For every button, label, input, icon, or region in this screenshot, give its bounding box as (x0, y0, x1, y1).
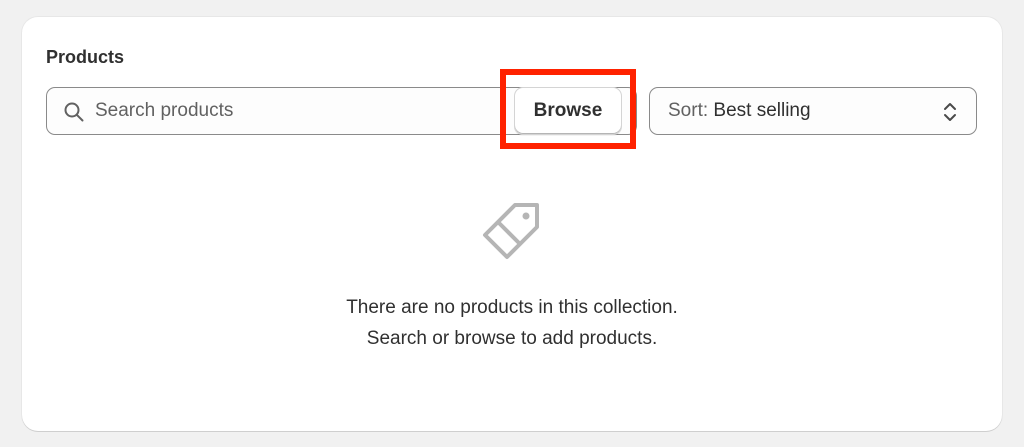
card-title: Products (46, 47, 125, 67)
sort-prefix: Sort: (668, 100, 709, 121)
sort-text: Sort: Best selling (668, 88, 811, 134)
empty-state-message: There are no products in this collection… (346, 297, 678, 318)
sort-select[interactable]: Sort: Best selling (649, 87, 977, 135)
browse-button[interactable]: Browse (514, 87, 622, 135)
products-card: Products Browse Sort: Best selling There… (22, 17, 1002, 431)
empty-state-hint: Search or browse to add products. (366, 328, 658, 349)
search-input[interactable] (95, 88, 495, 134)
tag-icon (483, 203, 539, 259)
sort-value: Best selling (713, 100, 811, 121)
chevron-up-down-icon (944, 103, 956, 121)
search-icon (64, 102, 84, 122)
